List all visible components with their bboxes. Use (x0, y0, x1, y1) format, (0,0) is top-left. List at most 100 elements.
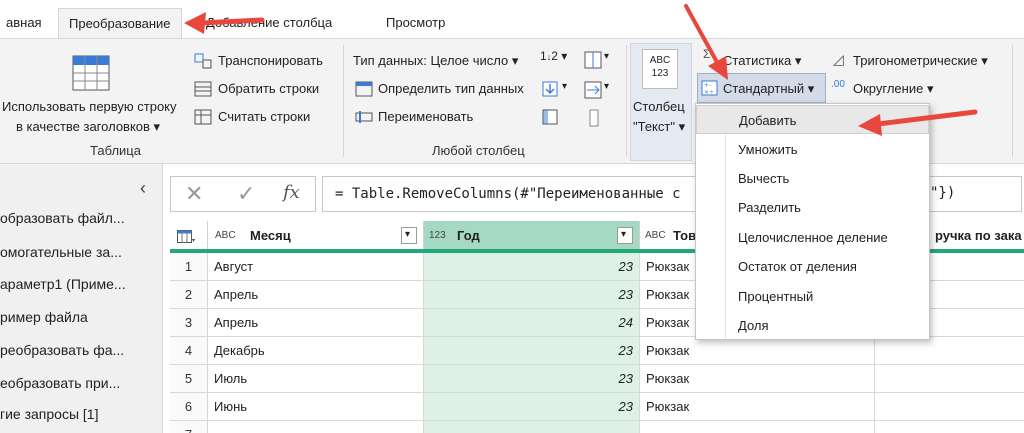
cell-year[interactable]: 23 (424, 393, 640, 421)
menu-item-integer-divide[interactable]: Целочисленное деление (696, 223, 929, 252)
fill-down-icon[interactable] (542, 81, 558, 97)
table-row[interactable]: 4 Декабрь 23 Рюкзак (170, 337, 1024, 365)
standard-operations-menu: Добавить Умножить Вычесть Разделить Цело… (695, 103, 930, 340)
cancel-icon[interactable]: ✕ (185, 181, 203, 207)
rounding-dropdown[interactable]: Округление ▾ (853, 81, 933, 97)
column-header-label: Тов (673, 228, 697, 243)
table-menu-button[interactable]: ▾ (170, 221, 208, 251)
rename-icon (355, 111, 373, 123)
column-header-label: Год (457, 228, 480, 243)
confirm-icon[interactable]: ✓ (237, 181, 255, 207)
number-type-icon[interactable]: 123 (429, 221, 446, 250)
text-column-label2: "Текст" ▾ (633, 119, 686, 134)
cell-revenue[interactable] (875, 337, 1024, 365)
count-rows-button[interactable]: Считать строки (218, 109, 310, 124)
cell-year[interactable]: 24 (424, 309, 640, 337)
fx-icon[interactable]: fx (283, 182, 300, 203)
move-column-icon[interactable] (589, 109, 599, 127)
cell-year[interactable]: 23 (424, 337, 640, 365)
group-divider (1012, 45, 1013, 157)
cell-month[interactable]: Апрель (208, 309, 424, 337)
group-divider (626, 45, 627, 157)
cell-product[interactable] (640, 421, 875, 433)
cell-month[interactable]: Декабрь (208, 337, 424, 365)
query-item[interactable]: гие запросы [1] (0, 406, 98, 422)
menu-item-add[interactable]: Добавить (696, 105, 929, 134)
column-header-month[interactable]: ABC Месяц ▾ (208, 221, 424, 251)
unpivot-icon[interactable] (584, 81, 602, 99)
column-header-label: Месяц (250, 228, 291, 243)
menu-item-subtract[interactable]: Вычесть (696, 164, 929, 193)
detect-type-icon (355, 81, 373, 97)
cell-month[interactable]: Апрель (208, 281, 424, 309)
svg-text:×÷: ×÷ (704, 89, 714, 96)
table-row[interactable]: 6 Июнь 23 Рюкзак (170, 393, 1024, 421)
cell-revenue[interactable] (875, 421, 1024, 433)
query-item[interactable]: образовать файл... (0, 210, 125, 226)
table-row[interactable]: 5 Июль 23 Рюкзак (170, 365, 1024, 393)
split-column-dropdown-arrow[interactable]: ▾ (604, 51, 609, 62)
text-type-icon[interactable]: ABC (645, 221, 666, 250)
cell-product[interactable]: Рюкзак (640, 365, 875, 393)
column-filter-icon[interactable]: ▾ (617, 227, 633, 244)
cell-month[interactable] (208, 421, 424, 433)
unpivot-dropdown-arrow[interactable]: ▾ (604, 81, 609, 92)
menu-item-multiply[interactable]: Умножить (696, 135, 929, 164)
split-column-icon[interactable] (584, 51, 602, 69)
trigonometry-icon: ◿ (833, 51, 844, 67)
menu-item-divide[interactable]: Разделить (696, 193, 929, 222)
trigonometric-dropdown[interactable]: Тригонометрические ▾ (853, 53, 988, 69)
detect-data-type-button[interactable]: Определить тип данных (378, 81, 524, 96)
queries-pane: ‹ образовать файл... омогательные за... … (0, 164, 163, 433)
cell-product[interactable]: Рюкзак (640, 393, 875, 421)
reverse-rows-button[interactable]: Обратить строки (218, 81, 319, 96)
table-row[interactable]: 7 (170, 421, 1024, 433)
fill-dropdown-arrow[interactable]: ▾ (562, 81, 567, 92)
tab-home[interactable]: авная (0, 8, 52, 38)
collapse-pane-icon[interactable]: ‹ (140, 178, 146, 199)
cell-year[interactable] (424, 421, 640, 433)
cell-product[interactable]: Рюкзак (640, 337, 875, 365)
svg-text:+-: +- (704, 82, 711, 89)
data-type-dropdown[interactable]: Тип данных: Целое число ▾ (353, 53, 518, 69)
use-first-row-headers-label2[interactable]: в качестве заголовков ▾ (16, 119, 160, 135)
menu-item-percent-of[interactable]: Доля (696, 311, 929, 340)
cell-revenue[interactable] (875, 393, 1024, 421)
rename-button[interactable]: Переименовать (378, 109, 473, 124)
menu-item-percent[interactable]: Процентный (696, 282, 929, 311)
group-label-table: Таблица (90, 143, 141, 158)
cell-month[interactable]: Июль (208, 365, 424, 393)
query-item[interactable]: ример файла (0, 309, 88, 325)
statistics-dropdown[interactable]: Статистика ▾ (723, 53, 801, 69)
tab-transform[interactable]: Преобразование (58, 8, 182, 38)
group-label-any-column: Любой столбец (432, 143, 525, 158)
cell-revenue[interactable] (875, 365, 1024, 393)
statistics-icon: Σ (703, 47, 711, 61)
group-divider (343, 45, 344, 157)
use-first-row-headers-button[interactable]: Использовать первую строку (2, 99, 177, 114)
query-item[interactable]: араметр1 (Приме... (0, 276, 126, 292)
query-item[interactable]: реобразовать фа... (0, 342, 124, 358)
pivot-column-icon[interactable] (542, 109, 558, 125)
column-filter-icon[interactable]: ▾ (401, 227, 417, 244)
cell-year[interactable]: 23 (424, 253, 640, 281)
query-item[interactable]: омогательные за... (0, 244, 122, 260)
transpose-button[interactable]: Транспонировать (218, 53, 323, 68)
standard-label: Стандартный ▾ (723, 81, 815, 96)
text-type-icon[interactable]: ABC (215, 221, 236, 250)
reverse-rows-icon (194, 81, 212, 97)
column-header-year[interactable]: 123 Год ▾ (424, 221, 640, 251)
tab-add-column[interactable]: Добавление столбца (196, 8, 342, 38)
tab-view[interactable]: Просмотр (376, 8, 455, 38)
formula-text-tail: "}) (930, 185, 956, 201)
menu-item-modulo[interactable]: Остаток от деления (696, 252, 929, 281)
replace-values-button[interactable]: 1↓2 ▾ (540, 49, 567, 63)
text-column-icon: ABC 123 (642, 49, 678, 89)
query-item[interactable]: еобразовать при... (0, 375, 120, 391)
cell-year[interactable]: 23 (424, 281, 640, 309)
standard-operations-icon: +- ×÷ (701, 80, 718, 96)
cell-year[interactable]: 23 (424, 365, 640, 393)
cell-month[interactable]: Июнь (208, 393, 424, 421)
cell-month[interactable]: Август (208, 253, 424, 281)
row-index: 6 (170, 393, 208, 421)
